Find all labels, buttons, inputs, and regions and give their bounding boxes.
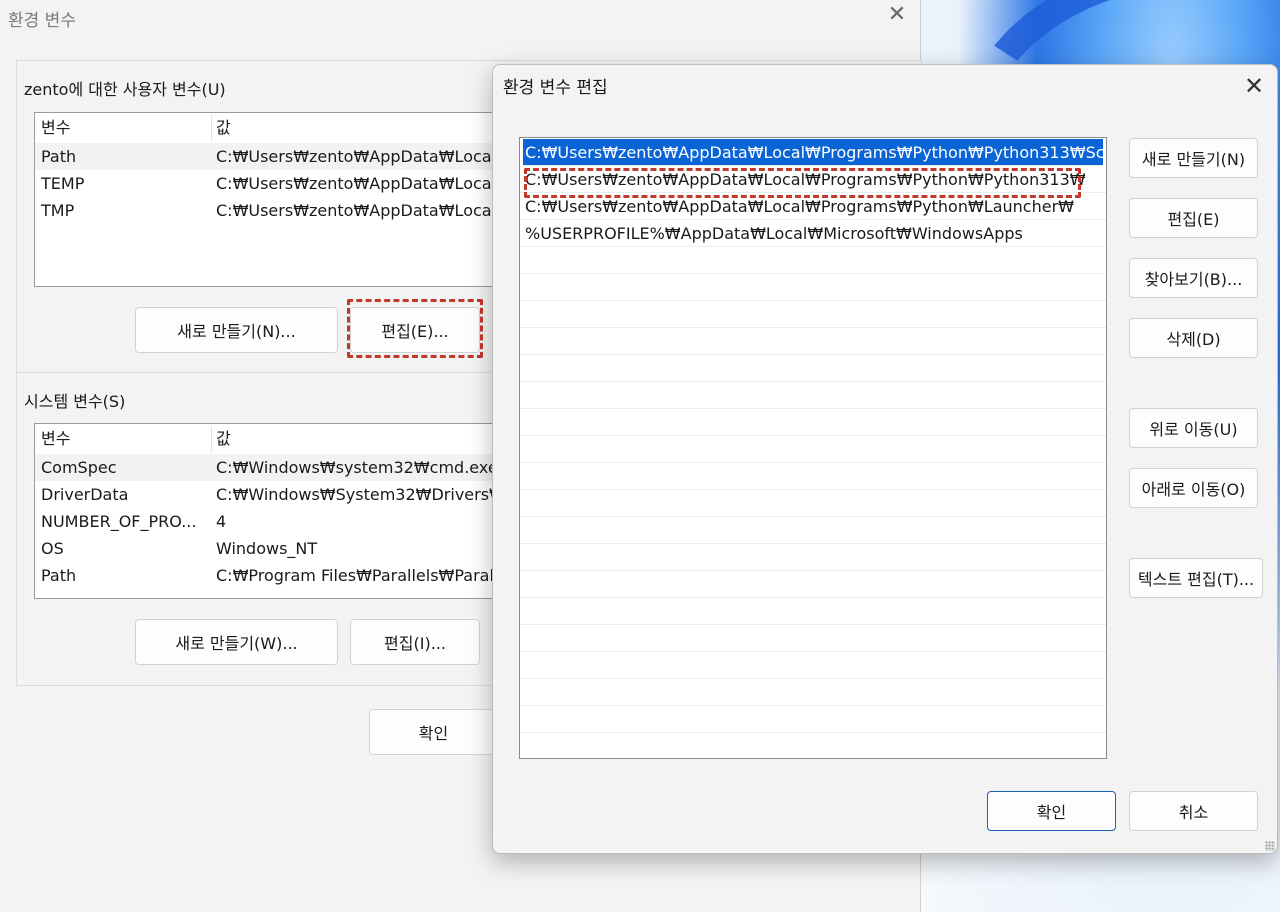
new-button[interactable]: 새로 만들기(N)	[1129, 138, 1258, 178]
empty-list-row[interactable]	[520, 490, 1106, 517]
variable-name: NUMBER_OF_PRO...	[41, 512, 197, 531]
cancel-button[interactable]: 취소	[1129, 791, 1258, 831]
empty-list-row[interactable]	[520, 355, 1106, 382]
path-highlight	[524, 168, 1081, 198]
empty-list-row[interactable]	[520, 625, 1106, 652]
browse-button[interactable]: 찾아보기(B)...	[1129, 258, 1258, 298]
ok-button[interactable]: 확인	[369, 709, 498, 755]
empty-list-row[interactable]	[520, 544, 1106, 571]
list-header: 변수 값	[35, 113, 505, 143]
table-row[interactable]: TMP C:₩Users₩zento₩AppData₩Local₩	[35, 197, 505, 224]
variable-name: Path	[41, 147, 77, 166]
empty-list-row[interactable]	[520, 598, 1106, 625]
column-header-variable[interactable]: 변수	[41, 424, 70, 454]
empty-list-row[interactable]	[520, 436, 1106, 463]
user-variables-list[interactable]: 변수 값 Path C:₩Users₩zento₩AppData₩Local₩ …	[34, 112, 506, 287]
move-up-button[interactable]: 위로 이동(U)	[1129, 408, 1258, 448]
path-list[interactable]: C:₩Users₩zento₩AppData₩Local₩Programs₩Py…	[519, 137, 1107, 759]
column-header-variable[interactable]: 변수	[41, 113, 70, 143]
list-item[interactable]: C:₩Users₩zento₩AppData₩Local₩Programs₩Py…	[523, 139, 1103, 166]
variable-name: TMP	[41, 201, 75, 220]
dialog-title: 환경 변수 편집	[503, 78, 608, 98]
empty-list-row[interactable]	[520, 247, 1106, 274]
variable-value: C:₩Users₩zento₩AppData₩Local₩	[216, 201, 506, 220]
table-row[interactable]: NUMBER_OF_PRO... 4	[35, 508, 505, 535]
list-item[interactable]: %USERPROFILE%₩AppData₩Local₩Microsoft₩Wi…	[520, 220, 1106, 247]
variable-name: TEMP	[41, 174, 85, 193]
variable-value: C:₩Program Files₩Parallels₩Paralle	[216, 566, 506, 585]
system-edit-button[interactable]: 편집(I)...	[350, 619, 480, 665]
empty-list-row[interactable]	[520, 274, 1106, 301]
empty-list-row[interactable]	[520, 301, 1106, 328]
system-variables-list[interactable]: 변수 값 ComSpec C:₩Windows₩system32₩cmd.exe…	[34, 423, 506, 599]
empty-list-row[interactable]	[520, 463, 1106, 490]
variable-name: DriverData	[41, 485, 129, 504]
resize-grip-icon[interactable]	[1265, 841, 1275, 851]
edit-environment-variable-dialog: 환경 변수 편집 ✕ C:₩Users₩zento₩AppData₩Local₩…	[492, 64, 1278, 854]
empty-list-row[interactable]	[520, 382, 1106, 409]
empty-list-row[interactable]	[520, 409, 1106, 436]
empty-list-row[interactable]	[520, 652, 1106, 679]
delete-button[interactable]: 삭제(D)	[1129, 318, 1258, 358]
edit-button-highlight	[347, 299, 483, 358]
empty-list-row[interactable]	[520, 706, 1106, 733]
user-new-button[interactable]: 새로 만들기(N)...	[135, 307, 338, 353]
variable-value: Windows_NT	[216, 539, 318, 558]
close-icon[interactable]: ✕	[1239, 71, 1269, 101]
column-header-value[interactable]: 값	[216, 113, 231, 143]
variable-value: C:₩Windows₩System32₩Drivers₩	[216, 485, 505, 504]
variable-name: OS	[41, 539, 64, 558]
empty-list-row[interactable]	[520, 679, 1106, 706]
system-new-button[interactable]: 새로 만들기(W)...	[135, 619, 338, 665]
table-row[interactable]: TEMP C:₩Users₩zento₩AppData₩Local₩	[35, 170, 505, 197]
variable-name: Path	[41, 566, 77, 585]
edit-text-button[interactable]: 텍스트 편집(T)...	[1129, 558, 1263, 598]
user-variables-label: zento에 대한 사용자 변수(U)	[24, 80, 226, 99]
variable-value: C:₩Windows₩system32₩cmd.exe	[216, 458, 498, 477]
system-variables-label: 시스템 변수(S)	[24, 392, 126, 411]
edit-button[interactable]: 편집(E)	[1129, 198, 1258, 238]
empty-list-row[interactable]	[520, 328, 1106, 355]
variable-value: 4	[216, 512, 227, 531]
table-row[interactable]: Path C:₩Program Files₩Parallels₩Paralle	[35, 562, 505, 589]
list-header: 변수 값	[35, 424, 505, 454]
empty-list-row[interactable]	[520, 571, 1106, 598]
close-icon[interactable]: ✕	[884, 2, 910, 28]
window-title: 환경 변수	[8, 11, 76, 31]
empty-list-row[interactable]	[520, 733, 1106, 758]
variable-value: C:₩Users₩zento₩AppData₩Local₩	[216, 147, 506, 166]
table-row[interactable]: ComSpec C:₩Windows₩system32₩cmd.exe	[35, 454, 505, 481]
ok-button[interactable]: 확인	[987, 791, 1116, 831]
empty-list-row[interactable]	[520, 517, 1106, 544]
table-row[interactable]: OS Windows_NT	[35, 535, 505, 562]
table-row[interactable]: Path C:₩Users₩zento₩AppData₩Local₩	[35, 143, 505, 170]
variable-name: ComSpec	[41, 458, 117, 477]
move-down-button[interactable]: 아래로 이동(O)	[1129, 468, 1258, 508]
table-row[interactable]: DriverData C:₩Windows₩System32₩Drivers₩	[35, 481, 505, 508]
column-header-value[interactable]: 값	[216, 424, 231, 454]
variable-value: C:₩Users₩zento₩AppData₩Local₩	[216, 174, 506, 193]
